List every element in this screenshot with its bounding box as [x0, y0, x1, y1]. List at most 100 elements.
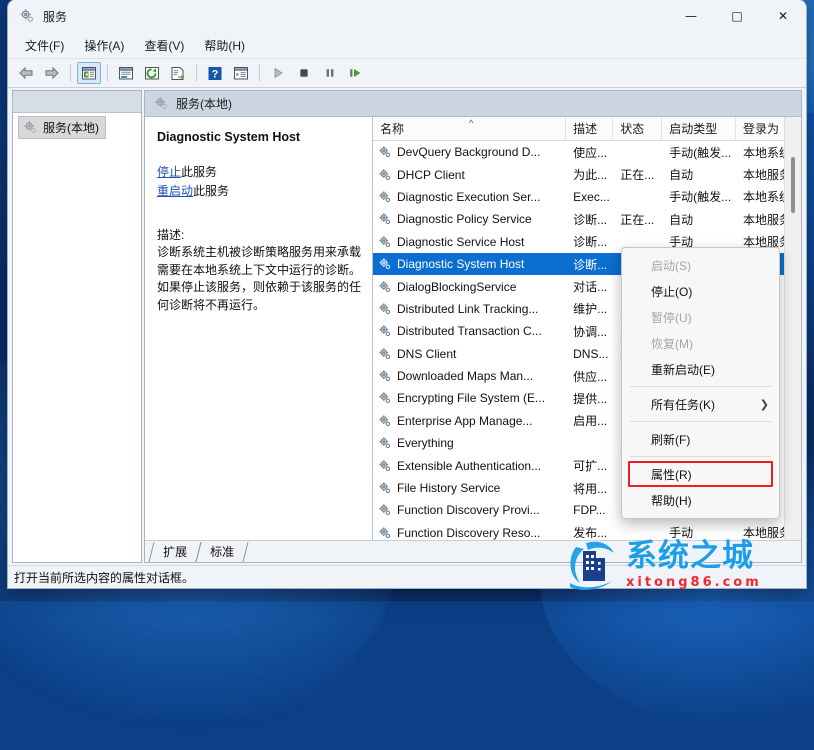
menu-action[interactable]: 操作(A) [75, 34, 133, 57]
status-text: 打开当前所选内容的属性对话框。 [14, 569, 194, 586]
stop-service-line: 停止此服务 [157, 163, 362, 182]
menu-view[interactable]: 查看(V) [135, 34, 193, 57]
service-gear-icon [378, 414, 392, 428]
service-gear-icon [378, 503, 392, 517]
service-gear-icon [378, 436, 392, 450]
export-list-icon[interactable] [166, 62, 190, 84]
restart-service-icon[interactable] [344, 62, 368, 84]
ctx-help[interactable]: 帮助(H) [622, 487, 779, 513]
service-gear-icon [378, 459, 392, 473]
watermark: 系统之城 xitong86.com [566, 534, 806, 596]
tree-header [13, 91, 141, 113]
tree-node-services-local[interactable]: 服务(本地) [19, 117, 105, 138]
tab-standard[interactable]: 标准 [196, 542, 249, 562]
stop-service-icon[interactable] [292, 62, 316, 84]
start-service-icon[interactable] [266, 62, 290, 84]
properties-icon[interactable] [114, 62, 138, 84]
ctx-all-tasks[interactable]: 所有任务(K)❯ [622, 391, 779, 417]
tab-extended[interactable]: 扩展 [149, 542, 202, 562]
service-gear-icon [378, 391, 392, 405]
ctx-refresh[interactable]: 刷新(F) [622, 426, 779, 452]
pause-service-icon[interactable] [318, 62, 342, 84]
table-row[interactable]: DHCP Client为此...正在...自动本地服务 [373, 163, 801, 185]
menu-file[interactable]: 文件(F) [16, 34, 73, 57]
cell-description: Exec... [566, 190, 613, 204]
title-bar: 服务 — □ ✕ [8, 0, 806, 32]
ctx-restart[interactable]: 重新启动(E) [622, 356, 779, 382]
list-column-header-status[interactable]: 状态 [613, 117, 662, 140]
console-tree-pane: 服务(本地) [12, 90, 142, 563]
sort-ascending-icon: ^ [469, 118, 473, 128]
cell-description: 为此... [566, 166, 613, 183]
stop-service-link[interactable]: 停止 [157, 165, 181, 179]
list-column-header-name[interactable]: 名称 ^ [373, 117, 566, 140]
cell-description: 使应... [566, 144, 613, 161]
cell-startup: 手动(触发... [662, 188, 736, 205]
cell-description: 诊断... [566, 233, 613, 250]
cell-description: 可扩... [566, 457, 613, 474]
restart-service-line: 重启动此服务 [157, 182, 362, 201]
cell-status: 正在... [613, 166, 662, 183]
forward-icon[interactable] [40, 62, 64, 84]
cell-description: 维护... [566, 300, 613, 317]
service-name-label: Diagnostic Service Host [397, 235, 524, 249]
menu-item-label: 属性(R) [651, 466, 692, 483]
service-name-label: Distributed Transaction C... [397, 324, 542, 338]
show-action-pane-icon[interactable] [229, 62, 253, 84]
menu-item-label: 帮助(H) [651, 492, 692, 509]
cell-startup: 自动 [662, 166, 736, 183]
help-icon[interactable]: ? [203, 62, 227, 84]
cell-description: 启用... [566, 412, 613, 429]
refresh-icon[interactable] [140, 62, 164, 84]
service-details-pane: Diagnostic System Host 停止此服务 重启动此服务 描述: … [145, 117, 373, 540]
ctx-properties[interactable]: 属性(R) [628, 461, 773, 487]
menu-separator [630, 456, 771, 457]
window-controls: — □ ✕ [668, 0, 806, 32]
close-button[interactable]: ✕ [760, 0, 806, 32]
watermark-url: xitong86.com [626, 576, 762, 589]
service-gear-icon [378, 212, 392, 226]
show-hide-tree-icon[interactable] [77, 62, 101, 84]
service-name-label: Encrypting File System (E... [397, 391, 545, 405]
service-name-label: File History Service [397, 481, 500, 495]
cell-name: Diagnostic Execution Ser... [373, 190, 566, 204]
cell-name: Function Discovery Reso... [373, 526, 566, 540]
service-name-label: Downloaded Maps Man... [397, 369, 533, 383]
back-icon[interactable] [14, 62, 38, 84]
list-vertical-scrollbar[interactable] [784, 117, 801, 540]
services-gear-icon [19, 8, 35, 24]
watermark-chinese: 系统之城 [626, 541, 762, 572]
table-row[interactable]: Diagnostic Policy Service诊断...正在...自动本地服… [373, 208, 801, 230]
service-name-label: Enterprise App Manage... [397, 414, 532, 428]
cell-name: Diagnostic Policy Service [373, 212, 566, 226]
menu-item-label: 刷新(F) [651, 431, 690, 448]
cell-description: FDP... [566, 503, 613, 517]
menu-bar: 文件(F) 操作(A) 查看(V) 帮助(H) [8, 32, 806, 59]
cell-name: File History Service [373, 481, 566, 495]
maximize-button[interactable]: □ [714, 0, 760, 32]
list-column-header-description[interactable]: 描述 [566, 117, 613, 140]
services-gear-icon [23, 120, 38, 135]
service-name-label: Diagnostic Policy Service [397, 212, 532, 226]
context-menu: 启动(S)停止(O)暂停(U)恢复(M)重新启动(E)所有任务(K)❯刷新(F)… [621, 247, 780, 519]
services-gear-icon [154, 96, 169, 111]
service-description: 诊断系统主机被诊断策略服务用来承载需要在本地系统上下文中运行的诊断。如果停止该服… [157, 244, 362, 314]
ctx-stop[interactable]: 停止(O) [622, 278, 779, 304]
cell-description: 诊断... [566, 256, 613, 273]
table-row[interactable]: Diagnostic Execution Ser...Exec... 手动(触发.… [373, 186, 801, 208]
cell-name: Enterprise App Manage... [373, 414, 566, 428]
service-gear-icon [378, 369, 392, 383]
minimize-button[interactable]: — [668, 0, 714, 32]
list-column-header-startup[interactable]: 启动类型 [662, 117, 736, 140]
restart-service-link[interactable]: 重启动 [157, 184, 193, 198]
service-name-label: DNS Client [397, 347, 456, 361]
cell-name: DNS Client [373, 347, 566, 361]
toolbar: ? [8, 59, 806, 88]
tab-standard-label: 标准 [210, 543, 234, 560]
menu-help[interactable]: 帮助(H) [195, 34, 254, 57]
service-gear-icon [378, 526, 392, 540]
list-column-header-label: 名称 [380, 120, 404, 137]
service-gear-icon [378, 324, 392, 338]
table-row[interactable]: DevQuery Background D...使应...手动(触发...本地系… [373, 141, 801, 163]
scrollbar-thumb[interactable] [791, 157, 795, 213]
